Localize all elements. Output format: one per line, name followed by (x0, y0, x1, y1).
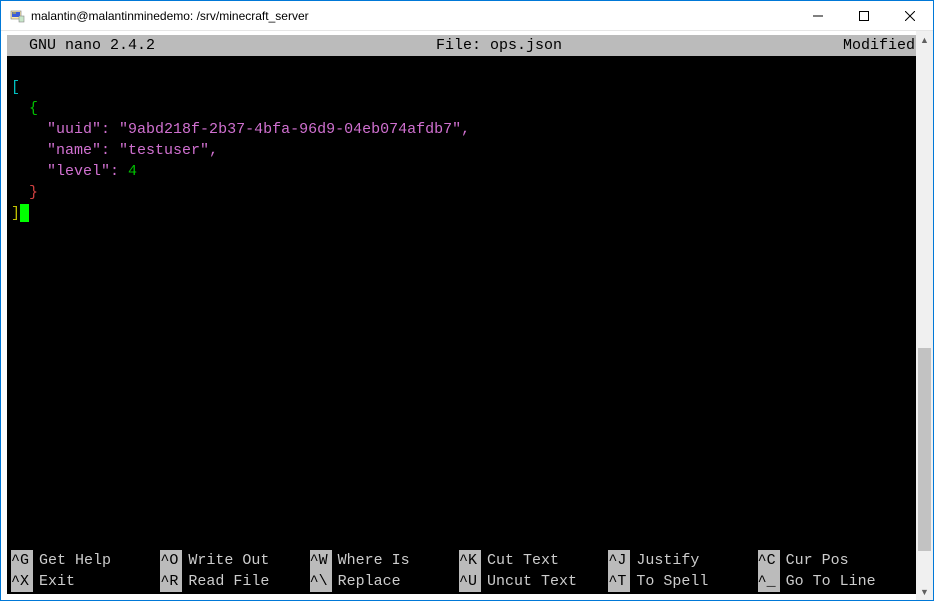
nano-file-label: File: ops.json (436, 35, 562, 56)
shortcut-label: Uncut Text (487, 571, 577, 592)
shortcut-key: ^X (11, 571, 33, 592)
nano-footer: ^G Get Help ^O Write Out ^W Where Is ^K Cut Tex… (7, 550, 911, 594)
shortcut-label: Cur Pos (786, 550, 849, 571)
nano-modified-flag: Modified (843, 35, 923, 56)
footer-row: ^G Get Help ^O Write Out ^W Where Is ^K Cut Tex… (11, 550, 907, 571)
scroll-thumb[interactable] (918, 348, 931, 551)
shortcut-item: ^C Cur Pos (758, 550, 907, 571)
shortcut-item: ^G Get Help (11, 550, 160, 571)
shortcut-label: Read File (188, 571, 269, 592)
shortcut-label: Get Help (39, 550, 111, 571)
shortcut-label: To Spell (636, 571, 708, 592)
shortcut-label: Exit (39, 571, 75, 592)
shortcut-key: ^U (459, 571, 481, 592)
shortcut-item: ^W Where Is (310, 550, 459, 571)
nano-header: GNU nano 2.4.2 File: ops.json Modified (7, 35, 927, 56)
editor-line: [ (11, 77, 923, 98)
shortcut-key: ^T (608, 571, 630, 592)
shortcut-key: ^J (608, 550, 630, 571)
shortcut-item: ^U Uncut Text (459, 571, 608, 592)
editor-line: } (11, 182, 923, 203)
shortcut-key: ^K (459, 550, 481, 571)
close-button[interactable] (887, 1, 933, 30)
scroll-down-icon[interactable]: ▼ (916, 583, 933, 600)
shortcut-label: Justify (636, 550, 699, 571)
putty-icon (9, 8, 25, 24)
shortcut-label: Where Is (338, 550, 410, 571)
shortcut-key: ^G (11, 550, 33, 571)
text-cursor (20, 204, 29, 222)
shortcut-label: Write Out (188, 550, 269, 571)
window-controls (795, 1, 933, 30)
shortcut-label: Cut Text (487, 550, 559, 571)
terminal[interactable]: GNU nano 2.4.2 File: ops.json Modified [… (7, 35, 927, 594)
shortcut-key: ^R (160, 571, 182, 592)
minimize-button[interactable] (795, 1, 841, 30)
vertical-scrollbar[interactable]: ▲ ▼ (916, 31, 933, 600)
window-titlebar: malantin@malantinminedemo: /srv/minecraf… (1, 1, 933, 31)
scroll-track[interactable] (916, 48, 933, 583)
shortcut-item: ^_ Go To Line (758, 571, 907, 592)
shortcut-item: ^R Read File (160, 571, 309, 592)
editor-line: ] (11, 203, 923, 224)
shortcut-key: ^_ (758, 571, 780, 592)
shortcut-key: ^O (160, 550, 182, 571)
shortcut-item: ^O Write Out (160, 550, 309, 571)
editor-line: "uuid": "9abd218f-2b37-4bfa-96d9-04eb074… (11, 119, 923, 140)
editor-content[interactable]: [ { "uuid": "9abd218f-2b37-4bfa-96d9-04e… (7, 56, 927, 224)
editor-line: "level": 4 (11, 161, 923, 182)
shortcut-key: ^C (758, 550, 780, 571)
nano-app-name: GNU nano 2.4.2 (11, 35, 155, 56)
window-title: malantin@malantinminedemo: /srv/minecraf… (31, 9, 795, 23)
editor-line: "name": "testuser", (11, 140, 923, 161)
shortcut-label: Go To Line (786, 571, 876, 592)
shortcut-item: ^\ Replace (310, 571, 459, 592)
shortcut-key: ^\ (310, 571, 332, 592)
shortcut-label: Replace (338, 571, 401, 592)
maximize-button[interactable] (841, 1, 887, 30)
editor-line: { (11, 98, 923, 119)
shortcut-item: ^X Exit (11, 571, 160, 592)
shortcut-item: ^T To Spell (608, 571, 757, 592)
shortcut-key: ^W (310, 550, 332, 571)
shortcut-item: ^J Justify (608, 550, 757, 571)
footer-row: ^X Exit ^R Read File ^\ Replace ^U Uncut Text ^T… (11, 571, 907, 592)
shortcut-item: ^K Cut Text (459, 550, 608, 571)
scroll-up-icon[interactable]: ▲ (916, 31, 933, 48)
